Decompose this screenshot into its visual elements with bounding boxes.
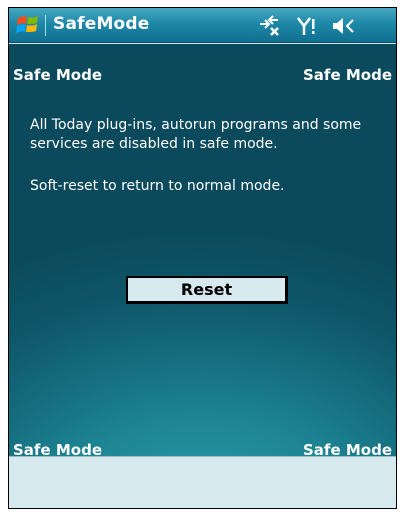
corner-label-top-right: Safe Mode: [303, 66, 392, 84]
safe-mode-screen: Safe Mode Safe Mode All Today plug-ins, …: [9, 44, 396, 456]
soft-reset-instruction: Soft-reset to return to normal mode.: [30, 178, 285, 194]
device-screen: SafeMode Safe Mode Safe Mode All Today p…: [8, 7, 397, 509]
app-title: SafeMode: [53, 14, 150, 34]
connectivity-icon[interactable]: [256, 15, 282, 37]
title-bar: SafeMode: [9, 8, 396, 43]
reset-button[interactable]: Reset: [126, 276, 288, 304]
corner-label-bottom-right: Safe Mode: [303, 441, 392, 456]
corner-label-bottom-left: Safe Mode: [13, 441, 102, 456]
title-separator: [45, 15, 46, 36]
disabled-notice: All Today plug-ins, autorun programs and…: [30, 117, 362, 152]
softkey-bar: [9, 456, 396, 508]
volume-icon[interactable]: [331, 15, 357, 37]
windows-start-icon[interactable]: [15, 12, 41, 38]
corner-label-top-left: Safe Mode: [13, 66, 102, 84]
signal-icon[interactable]: [296, 15, 318, 37]
